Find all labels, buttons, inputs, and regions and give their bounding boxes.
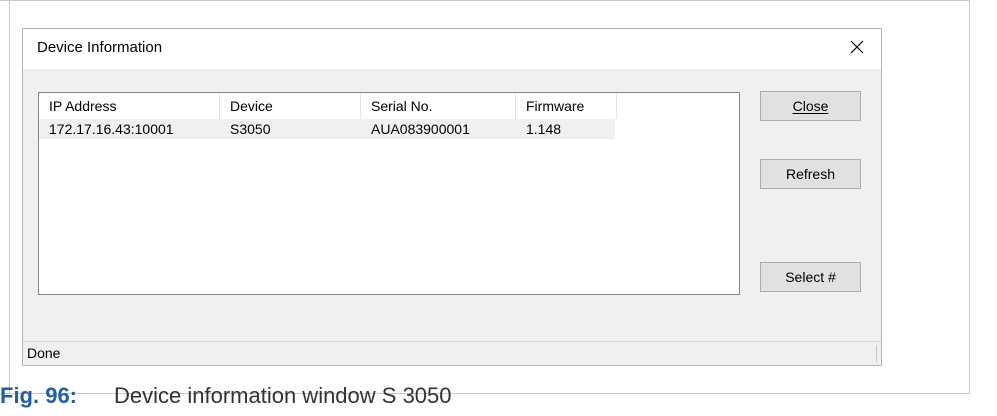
page-frame-right xyxy=(969,0,970,394)
device-information-dialog: Device Information IP Address Device Ser… xyxy=(22,28,882,366)
select-button[interactable]: Select # xyxy=(760,262,861,292)
cell-firmware: 1.148 xyxy=(526,121,562,137)
close-icon[interactable] xyxy=(847,37,867,57)
cell-serial-no: AUA083900001 xyxy=(371,121,470,137)
column-header-ip-address[interactable]: IP Address xyxy=(39,93,219,119)
column-header-serial-no[interactable]: Serial No. xyxy=(361,93,515,119)
column-header-firmware[interactable]: Firmware xyxy=(516,93,616,119)
list-header: IP Address Device Serial No. Firmware xyxy=(39,93,617,119)
dialog-title: Device Information xyxy=(37,39,163,56)
figure-caption-text: Device information window S 3050 xyxy=(114,383,452,408)
column-header-device[interactable]: Device xyxy=(220,93,360,119)
cell-device: S3050 xyxy=(230,121,271,137)
device-list[interactable]: IP Address Device Serial No. Firmware 17… xyxy=(38,92,740,295)
table-row[interactable]: 172.17.16.43:10001 S3050 AUA083900001 1.… xyxy=(39,119,615,139)
refresh-button[interactable]: Refresh xyxy=(760,159,861,189)
status-bar-divider xyxy=(876,345,877,362)
page-frame-left xyxy=(0,0,10,394)
column-divider[interactable] xyxy=(616,93,617,119)
dialog-client-area: IP Address Device Serial No. Firmware 17… xyxy=(23,69,881,341)
dialog-titlebar: Device Information xyxy=(23,29,881,69)
close-button-label: Close xyxy=(792,98,829,114)
cell-ip-address: 172.17.16.43:10001 xyxy=(49,121,174,137)
close-button[interactable]: Close xyxy=(760,91,861,121)
page-frame-top xyxy=(10,0,970,1)
figure-label: Fig. 96: xyxy=(0,383,78,408)
status-bar: Done xyxy=(23,341,881,365)
status-text: Done xyxy=(27,345,61,361)
figure-caption: Fig. 96: Device information window S 3050 xyxy=(0,383,452,409)
